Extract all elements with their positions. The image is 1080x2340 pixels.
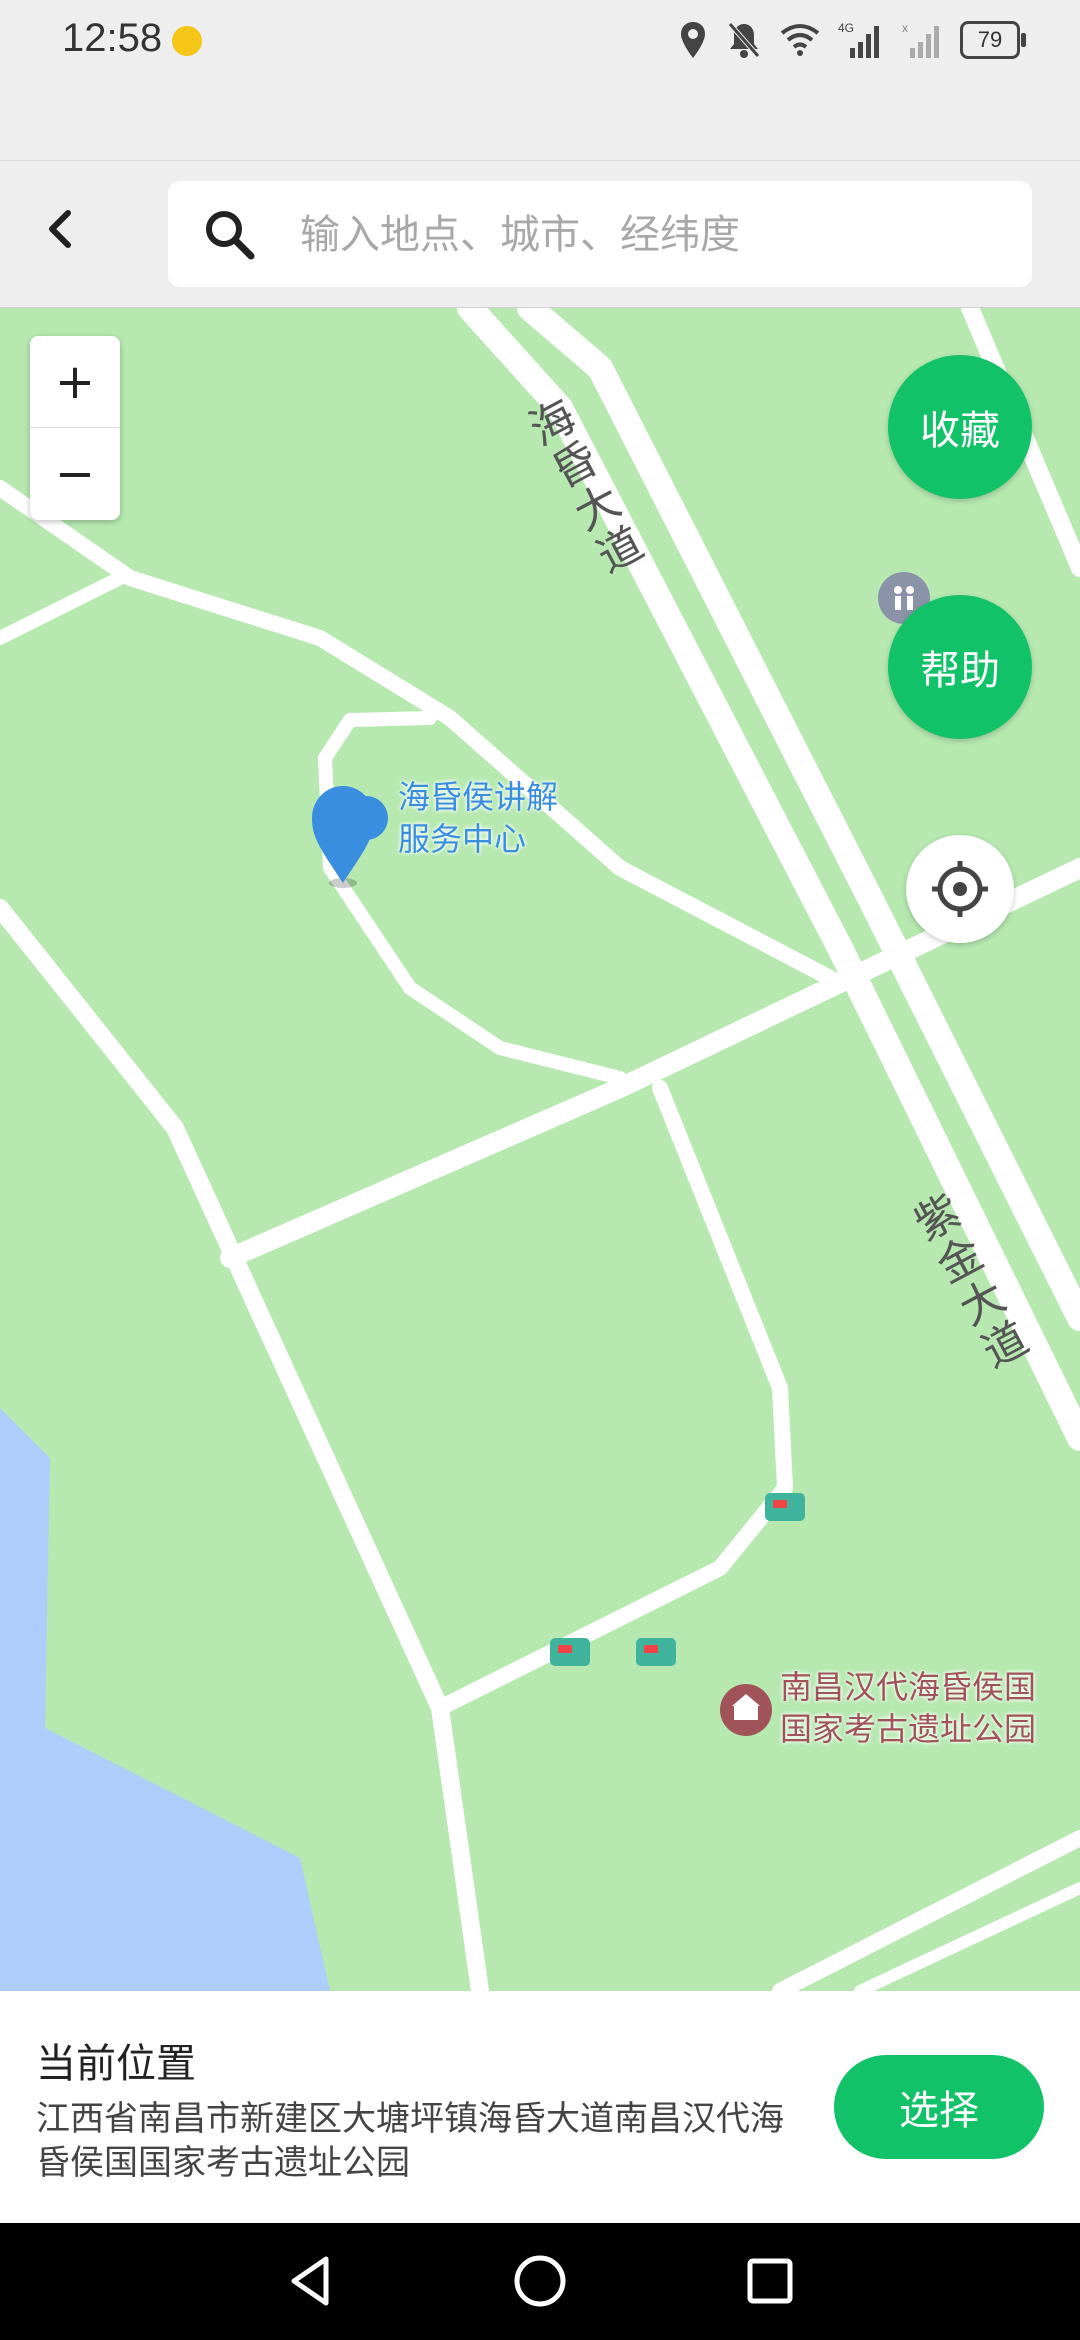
- current-location-address: 江西省南昌市新建区大塘坪镇海昏大道南昌汉代海昏侯国国家考古遗址公园: [36, 2099, 784, 2183]
- lake-area: [0, 1408, 330, 1991]
- back-button[interactable]: [32, 199, 92, 259]
- svg-text:4G: 4G: [838, 21, 854, 35]
- crosshair-icon: [932, 861, 988, 917]
- status-time: 12:58: [62, 16, 163, 60]
- status-icons: 4G x 79: [678, 18, 1026, 62]
- help-button[interactable]: 帮助: [888, 595, 1032, 739]
- location-panel: 当前位置 江西省南昌市新建区大塘坪镇海昏大道南昌汉代海昏侯国国家考古遗址公园 选…: [0, 1991, 1080, 2223]
- signal-empty-icon: x: [902, 21, 939, 58]
- system-nav-bar: [0, 2223, 1080, 2340]
- poi-label-service-center[interactable]: 海昏侯讲解 服务中心: [398, 776, 558, 860]
- map-view[interactable]: 海昏大道 紫金大道 海昏侯讲解 服务中心 南昌汉代海昏侯国 国家考古遗址公园 +…: [0, 308, 1080, 1991]
- battery-icon: 79: [960, 21, 1026, 59]
- zoom-out-button[interactable]: −: [30, 428, 120, 519]
- loop-road: [318, 711, 627, 1085]
- location-pin-icon: [312, 786, 374, 883]
- search-input[interactable]: [298, 181, 1002, 289]
- locate-button[interactable]: [906, 835, 1014, 943]
- nav-home-icon[interactable]: [510, 2251, 570, 2311]
- poi-label-heritage-park[interactable]: 南昌汉代海昏侯国 国家考古遗址公园: [780, 1666, 1036, 1750]
- nav-recents-icon[interactable]: [740, 2251, 800, 2311]
- mute-bell-icon: [728, 22, 760, 58]
- chevron-left-icon: [49, 210, 71, 248]
- favorite-button[interactable]: 收藏: [888, 355, 1032, 499]
- parking-marker-icons: [550, 1493, 805, 1666]
- location-icon: [681, 22, 705, 58]
- northwest-branch: [0, 571, 127, 645]
- south-road: [432, 1080, 793, 1716]
- search-box[interactable]: [168, 181, 1032, 289]
- nav-back-icon[interactable]: [280, 2251, 340, 2311]
- search-icon: [206, 211, 255, 260]
- current-location-title: 当前位置: [36, 2041, 196, 2087]
- notification-badge-icon: [172, 26, 202, 56]
- signal-4g-icon: 4G: [838, 21, 879, 58]
- svg-text:x: x: [902, 21, 908, 35]
- top-bar: [0, 160, 1080, 308]
- zoom-in-button[interactable]: +: [30, 336, 120, 428]
- status-bar: 12:58 4G x 79: [0, 0, 1080, 160]
- zoom-control: + −: [30, 336, 120, 520]
- wifi-icon: [780, 24, 820, 56]
- select-button[interactable]: 选择: [834, 2055, 1044, 2159]
